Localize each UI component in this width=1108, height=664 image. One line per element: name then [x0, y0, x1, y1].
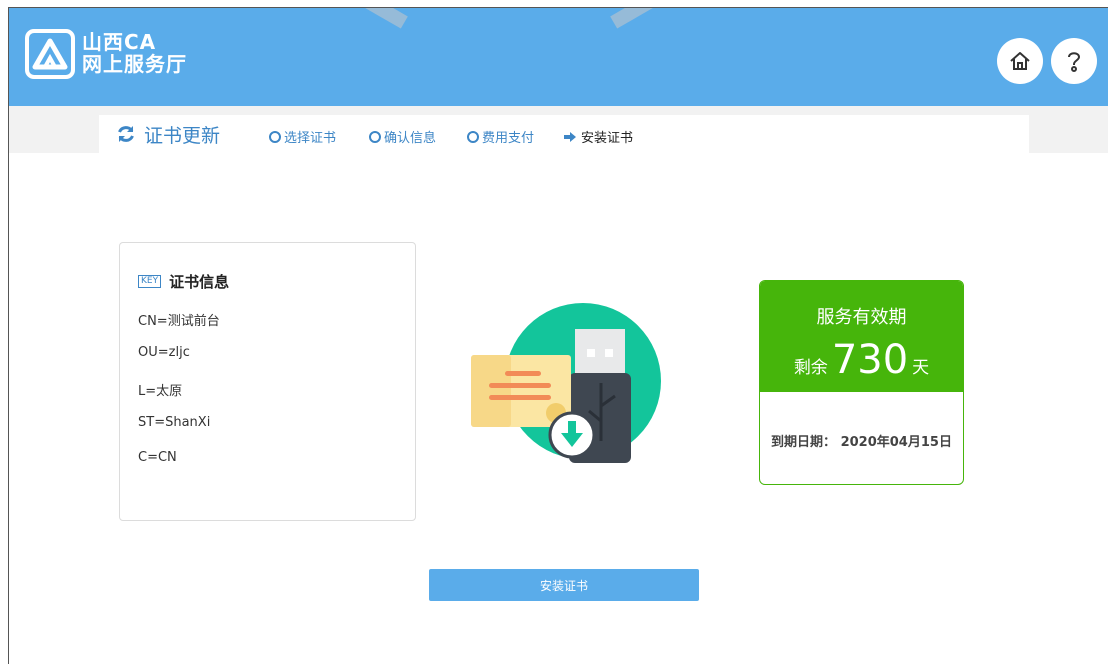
validity-header: 服务有效期 剩余 730 天: [760, 281, 963, 392]
service-validity-card: 服务有效期 剩余 730 天 到期日期： 2020年04月15日: [759, 280, 964, 485]
cert-field-l: L=太原: [138, 384, 183, 399]
key-icon: KEY: [138, 275, 162, 288]
help-button[interactable]: [1051, 38, 1097, 84]
step-label: 费用支付: [482, 131, 535, 146]
brand-line-1: 山西CA: [82, 30, 157, 54]
usb-key-certificate-illustration: [471, 303, 661, 463]
cert-field-ou: OU=zljc: [138, 345, 190, 360]
home-icon: [1010, 52, 1030, 70]
cert-field-st: ST=ShanXi: [138, 415, 211, 430]
step-payment: 费用支付: [467, 127, 534, 146]
step-circle-icon: [369, 130, 381, 143]
brand-name: 山西CA 网上服务厅: [82, 31, 187, 75]
refresh-icon: [118, 126, 134, 142]
remaining-suffix: 天: [912, 358, 930, 378]
progress-steps-bar: 证书更新 选择证书 确认信息 费用支付 安装证书: [99, 115, 1029, 153]
step-title-label: 证书更新: [144, 124, 221, 147]
step-circle-icon: [269, 130, 281, 143]
cert-info-title: 证书信息: [169, 273, 230, 291]
expire-label: 到期日期：: [771, 435, 837, 450]
app-window: 山西CA 网上服务厅 证书更新 选择证书 确认信息 费用支付 安装证书 KEY …: [8, 7, 1108, 664]
step-label: 安装证书: [581, 131, 634, 146]
step-title: 证书更新: [116, 121, 220, 148]
home-button[interactable]: [997, 38, 1043, 84]
top-header: 山西CA 网上服务厅: [9, 8, 1108, 106]
expire-date-line: 到期日期： 2020年04月15日: [760, 431, 963, 450]
step-confirm-info: 确认信息: [369, 127, 436, 146]
cert-info-card: KEY 证书信息 CN=测试前台 OU=zljc L=太原 ST=ShanXi …: [119, 242, 416, 521]
install-cert-button[interactable]: 安装证书: [429, 569, 699, 601]
shanxi-ca-logo-icon: [25, 29, 75, 79]
arrow-right-icon: [564, 131, 576, 142]
step-install-cert: 安装证书: [563, 127, 633, 146]
cert-info-header: KEY 证书信息: [138, 271, 229, 292]
brand-line-2: 网上服务厅: [82, 52, 187, 76]
remaining-days-value: 730: [831, 337, 909, 383]
expire-date: 2020年04月15日: [840, 435, 952, 450]
cert-field-c: C=CN: [138, 450, 177, 465]
cert-field-cn: CN=测试前台: [138, 314, 220, 329]
step-label: 确认信息: [384, 131, 437, 146]
step-label: 选择证书: [284, 131, 337, 146]
remaining-prefix: 剩余: [793, 358, 828, 378]
validity-title: 服务有效期: [816, 307, 907, 328]
main-content: KEY 证书信息 CN=测试前台 OU=zljc L=太原 ST=ShanXi …: [9, 153, 1108, 664]
help-icon: [1068, 52, 1081, 72]
step-circle-icon: [467, 130, 479, 143]
step-select-cert: 选择证书: [269, 127, 336, 146]
remaining-days: 剩余 730 天: [760, 337, 963, 383]
